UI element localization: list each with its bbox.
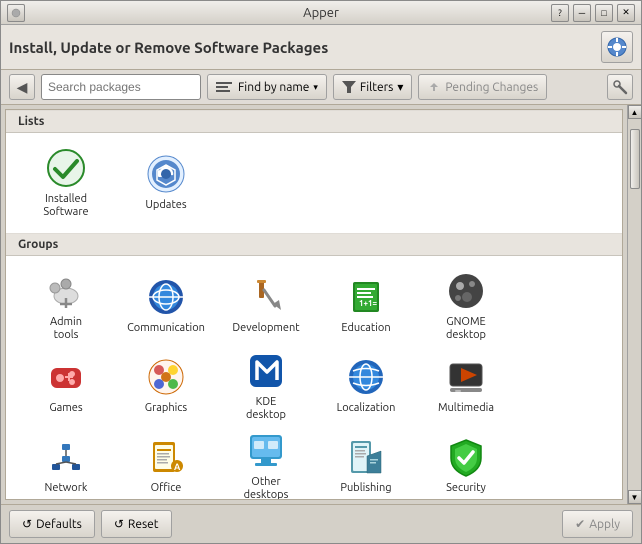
lists-grid: InstalledSoftware: [6, 133, 622, 233]
communication-icon: [145, 276, 187, 318]
publishing-item[interactable]: Publishing: [316, 426, 416, 500]
games-label: Games: [49, 402, 82, 415]
scrollbar[interactable]: ▲ ▼: [627, 105, 641, 504]
other-desktops-item[interactable]: Otherdesktops: [216, 426, 316, 500]
nav-bar: ◀ Find by name ▾ Filters ▾ Pending Chang…: [1, 70, 641, 105]
gnome-desktop-icon: [445, 270, 487, 312]
graphics-icon: [145, 356, 187, 398]
bottom-bar: ↺ Defaults ↺ Reset ✔ Apply: [1, 504, 641, 543]
find-by-name-button[interactable]: Find by name ▾: [207, 74, 327, 100]
network-label: Network: [45, 482, 88, 495]
development-item[interactable]: Development: [216, 266, 316, 346]
office-icon: A: [145, 436, 187, 478]
other-desktops-label: Otherdesktops: [244, 476, 289, 500]
multimedia-icon: [445, 356, 487, 398]
communication-item[interactable]: Communication: [116, 266, 216, 346]
updates-item[interactable]: Updates: [116, 143, 216, 223]
office-label: Office: [151, 482, 182, 495]
multimedia-item[interactable]: Multimedia: [416, 346, 516, 426]
defaults-button[interactable]: ↺ Defaults: [9, 510, 95, 538]
search-input[interactable]: [41, 74, 201, 100]
main-window: Apper ? ─ □ ✕ Install, Update or Remove …: [0, 0, 642, 544]
communication-label: Communication: [127, 322, 205, 335]
kde-desktop-label: KDEdesktop: [246, 396, 286, 422]
reset-label: Reset: [128, 518, 159, 531]
kde-desktop-item[interactable]: KDEdesktop: [216, 346, 316, 426]
publishing-label: Publishing: [340, 482, 391, 495]
minimize-button[interactable]: ─: [573, 4, 591, 22]
gnome-desktop-label: GNOMEdesktop: [446, 316, 486, 342]
main-area: Lists InstalledSoftware: [1, 105, 641, 504]
content-panel: Lists InstalledSoftware: [5, 109, 623, 500]
education-icon: 1+1=: [345, 276, 387, 318]
multimedia-label: Multimedia: [438, 402, 494, 415]
admin-tools-item[interactable]: Admintools: [16, 266, 116, 346]
updates-icon: [145, 153, 187, 195]
apply-button[interactable]: ✔ Apply: [562, 510, 633, 538]
development-icon: [245, 276, 287, 318]
app-title: Install, Update or Remove Software Packa…: [9, 39, 593, 56]
kde-desktop-icon: [245, 350, 287, 392]
graphics-label: Graphics: [145, 402, 187, 415]
localization-item[interactable]: Localization: [316, 346, 416, 426]
filters-button[interactable]: Filters ▾: [333, 74, 412, 100]
lists-section-header: Lists: [6, 110, 622, 133]
back-button[interactable]: ◀: [9, 74, 35, 100]
svg-text:A: A: [174, 462, 181, 472]
app-header: Install, Update or Remove Software Packa…: [1, 25, 641, 70]
installed-software-icon: [45, 147, 87, 189]
filters-label: Filters: [360, 81, 393, 94]
updates-label: Updates: [145, 199, 186, 212]
development-label: Development: [232, 322, 299, 335]
apply-label: Apply: [589, 518, 620, 531]
pending-changes-button[interactable]: Pending Changes: [418, 74, 547, 100]
find-by-name-label: Find by name: [238, 81, 309, 94]
window-title: Apper: [303, 6, 339, 20]
wrench-button[interactable]: [607, 74, 633, 100]
title-bar-left: [7, 4, 25, 22]
publishing-icon: [345, 436, 387, 478]
reset-icon: ↺: [114, 517, 124, 531]
office-item[interactable]: A Office: [116, 426, 216, 500]
network-item[interactable]: Network: [16, 426, 116, 500]
defaults-label: Defaults: [36, 518, 82, 531]
other-desktops-icon: [245, 430, 287, 472]
groups-grid: Admintools Communication: [6, 256, 622, 500]
title-bar-controls: ? ─ □ ✕: [551, 4, 635, 22]
find-dropdown-arrow: ▾: [313, 82, 318, 93]
apply-checkmark-icon: ✔: [575, 517, 585, 531]
games-icon: [45, 356, 87, 398]
window-menu-button[interactable]: [7, 4, 25, 22]
localization-label: Localization: [337, 402, 396, 415]
education-item[interactable]: 1+1= Education: [316, 266, 416, 346]
installed-software-label: InstalledSoftware: [43, 193, 88, 219]
installed-software-item[interactable]: InstalledSoftware: [16, 143, 116, 223]
security-icon: [445, 436, 487, 478]
localization-icon: [345, 356, 387, 398]
reset-button[interactable]: ↺ Reset: [101, 510, 172, 538]
education-label: Education: [341, 322, 390, 335]
security-label: Security: [446, 482, 486, 495]
pending-changes-label: Pending Changes: [445, 81, 538, 94]
scroll-track[interactable]: [629, 119, 641, 490]
security-item[interactable]: Security: [416, 426, 516, 500]
admin-tools-label: Admintools: [50, 316, 82, 342]
app-settings-icon-button[interactable]: [601, 31, 633, 63]
close-button[interactable]: ✕: [617, 4, 635, 22]
scroll-down-button[interactable]: ▼: [628, 490, 642, 504]
scroll-thumb[interactable]: [630, 129, 640, 189]
graphics-item[interactable]: Graphics: [116, 346, 216, 426]
svg-text:1+1=: 1+1=: [359, 299, 378, 308]
groups-section-header: Groups: [6, 233, 622, 256]
help-button[interactable]: ?: [551, 4, 569, 22]
filter-dropdown-arrow: ▾: [397, 80, 403, 94]
games-item[interactable]: Games: [16, 346, 116, 426]
scroll-up-button[interactable]: ▲: [628, 105, 642, 119]
defaults-icon: ↺: [22, 517, 32, 531]
network-icon: [45, 436, 87, 478]
title-bar: Apper ? ─ □ ✕: [1, 1, 641, 25]
maximize-button[interactable]: □: [595, 4, 613, 22]
admin-tools-icon: [45, 270, 87, 312]
gnome-desktop-item[interactable]: GNOMEdesktop: [416, 266, 516, 346]
